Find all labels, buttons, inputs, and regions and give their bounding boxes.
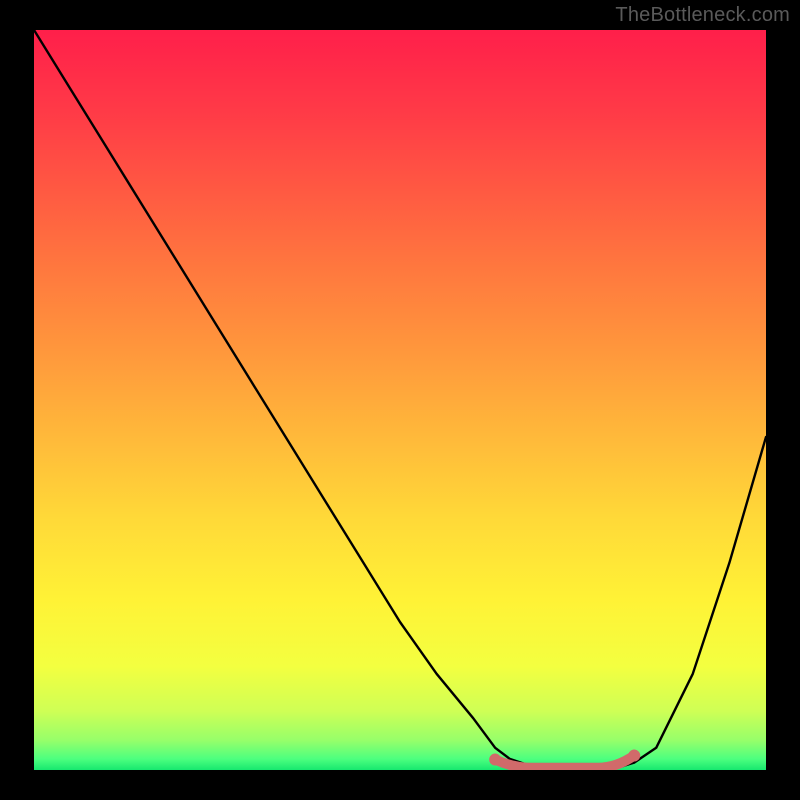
chart-stage: TheBottleneck.com bbox=[0, 0, 800, 800]
plot-area bbox=[34, 30, 766, 770]
optimal-range-dot-left bbox=[489, 754, 501, 766]
chart-svg bbox=[34, 30, 766, 770]
watermark-text: TheBottleneck.com bbox=[615, 4, 790, 27]
gradient-background bbox=[34, 30, 766, 770]
optimal-range-dot-right bbox=[628, 750, 640, 762]
